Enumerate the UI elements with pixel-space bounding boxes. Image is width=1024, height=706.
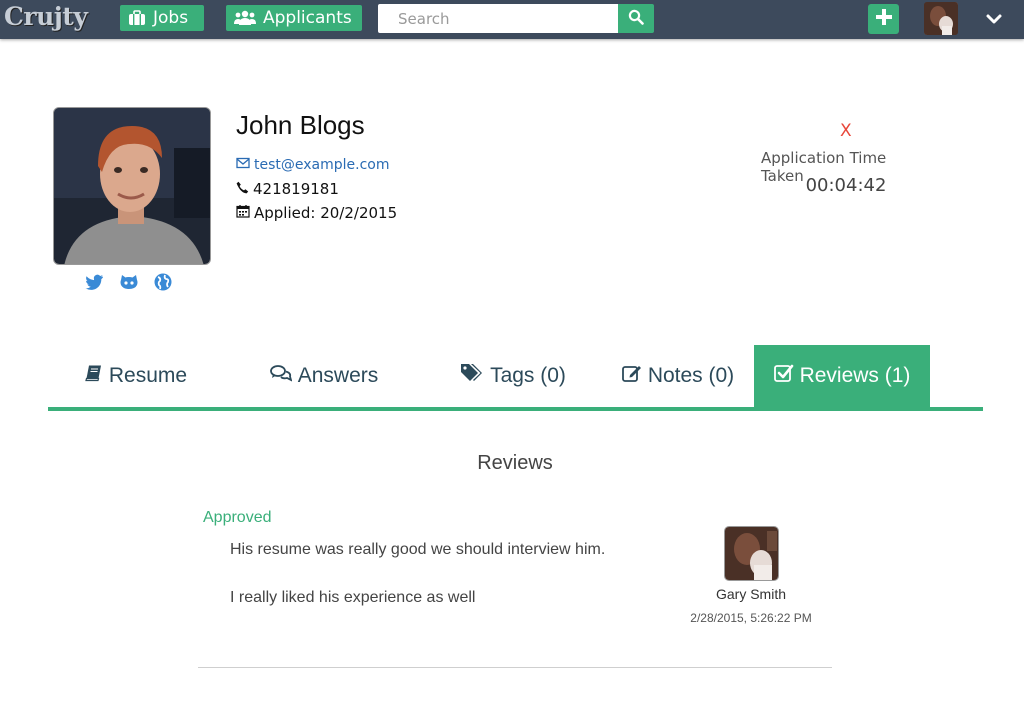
twitter-link[interactable]	[84, 272, 104, 292]
jobs-label: Jobs	[153, 8, 189, 28]
tab-resume-label: Resume	[108, 364, 188, 387]
tab-answers-label: Answers	[297, 364, 379, 387]
tab-reviews-label: Reviews (1)	[799, 364, 911, 387]
calendar-icon	[236, 204, 250, 222]
twitter-icon	[84, 274, 104, 296]
tab-tags[interactable]: Tags (0)	[424, 345, 602, 407]
add-button[interactable]	[868, 4, 899, 34]
tab-underline	[48, 407, 983, 411]
tab-reviews[interactable]: Reviews (1)	[754, 345, 930, 407]
jobs-nav-button[interactable]: Jobs	[120, 5, 204, 31]
reviewer-name: Gary Smith	[715, 586, 786, 602]
search-bar	[378, 4, 654, 33]
applicant-name: John Blogs	[236, 110, 365, 140]
review-status: Approved	[203, 509, 272, 526]
tab-resume[interactable]: Resume	[48, 345, 224, 407]
brand-logo[interactable]: Crujty	[4, 2, 88, 31]
review-comment-line: His resume was really good we should int…	[230, 541, 606, 558]
review-divider	[198, 667, 832, 668]
envelope-icon	[236, 157, 250, 173]
reviews-heading: Reviews	[477, 452, 553, 474]
reviewer-avatar	[724, 526, 779, 581]
applicant-email-link[interactable]: test@example.com	[236, 157, 390, 173]
review-comment-line: I really liked his experience as well	[230, 589, 476, 606]
user-menu-toggle[interactable]	[984, 9, 1004, 29]
briefcase-icon	[128, 10, 146, 26]
tab-answers[interactable]: Answers	[224, 345, 424, 407]
book-icon	[85, 364, 103, 388]
profile-tabs: Resume Answers Tags (0) Notes (0) Review…	[48, 345, 983, 411]
tab-notes-label: Notes (0)	[647, 364, 735, 387]
check-square-icon	[773, 363, 794, 389]
email-text: test@example.com	[254, 157, 390, 173]
user-avatar[interactable]	[924, 2, 958, 35]
time-taken-value: 00:04:42	[805, 175, 887, 196]
applicants-label: Applicants	[263, 8, 352, 28]
top-navbar: Crujty Jobs Applicants	[0, 0, 1024, 39]
edit-icon	[621, 363, 642, 389]
comments-icon	[269, 364, 293, 388]
applicant-applied-date: Applied: 20/2/2015	[236, 204, 397, 222]
phone-text: 421819181	[253, 180, 339, 198]
github-icon	[119, 275, 139, 296]
search-icon	[628, 9, 644, 29]
applicant-phone: 421819181	[236, 180, 339, 198]
close-application-button[interactable]: X	[840, 121, 852, 141]
github-link[interactable]	[119, 272, 139, 292]
plus-icon	[875, 8, 893, 30]
tags-icon	[460, 363, 484, 389]
tab-notes[interactable]: Notes (0)	[602, 345, 754, 407]
users-icon	[234, 10, 256, 26]
website-link[interactable]	[153, 272, 173, 292]
applicant-photo	[53, 107, 211, 265]
chevron-down-icon	[984, 14, 1004, 33]
applied-text: Applied: 20/2/2015	[254, 204, 398, 222]
applicants-nav-button[interactable]: Applicants	[226, 5, 362, 31]
globe-icon	[153, 273, 173, 296]
search-input[interactable]	[378, 4, 618, 33]
tab-tags-label: Tags (0)	[490, 364, 566, 387]
search-button[interactable]	[618, 4, 654, 33]
review-date: 2/28/2015, 5:26:22 PM	[690, 611, 812, 625]
phone-icon	[236, 180, 249, 198]
